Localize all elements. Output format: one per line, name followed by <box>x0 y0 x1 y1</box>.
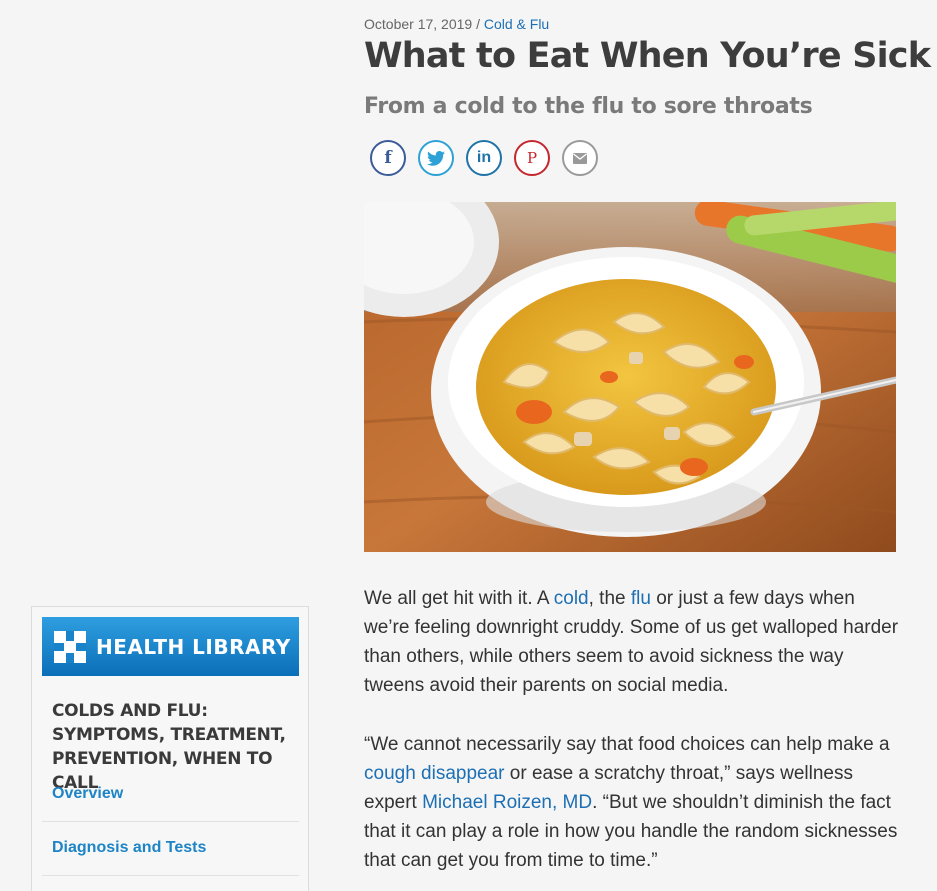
twitter-icon <box>427 150 445 166</box>
diagnosis-tests-link[interactable]: Diagnosis and Tests <box>52 839 206 857</box>
sidebar-divider <box>42 821 299 822</box>
facebook-icon: f <box>384 148 392 168</box>
hero-image-soup <box>364 202 896 552</box>
body-paragraph-2: “We cannot necessarily say that food cho… <box>364 730 904 875</box>
facebook-share-button[interactable]: f <box>370 140 406 176</box>
sidebar-divider <box>42 875 299 876</box>
email-share-button[interactable] <box>562 140 598 176</box>
flu-link[interactable]: flu <box>631 588 651 609</box>
article-subtitle: From a cold to the flu to sore throats <box>364 94 813 119</box>
para1-text-1: We all get hit with it. A <box>364 588 554 609</box>
pinterest-icon: P <box>526 149 538 167</box>
overview-link[interactable]: Overview <box>52 785 123 803</box>
expert-link[interactable]: Michael Roizen, MD <box>422 792 592 813</box>
health-library-banner[interactable]: HEALTH LIBRARY <box>42 617 299 676</box>
linkedin-icon: in <box>476 149 492 166</box>
meta-separator: / <box>476 16 480 32</box>
health-library-logo-icon <box>54 630 86 663</box>
soup-bowl-illustration <box>364 202 896 552</box>
category-link[interactable]: Cold & Flu <box>484 16 549 32</box>
body-paragraph-1: We all get hit with it. A cold, the flu … <box>364 584 904 700</box>
cough-link[interactable]: cough disappear <box>364 763 505 784</box>
linkedin-share-button[interactable]: in <box>466 140 502 176</box>
envelope-icon <box>573 152 587 164</box>
health-library-sidebar: HEALTH LIBRARY COLDS AND FLU: SYMPTOMS, … <box>31 606 309 891</box>
para1-text-2: , the <box>588 588 631 609</box>
article-meta: October 17, 2019 / Cold & Flu <box>364 16 549 32</box>
twitter-share-button[interactable] <box>418 140 454 176</box>
cold-link[interactable]: cold <box>554 588 589 609</box>
para2-text-1: “We cannot necessarily say that food cho… <box>364 734 890 755</box>
pinterest-share-button[interactable]: P <box>514 140 550 176</box>
article-page: October 17, 2019 / Cold & Flu What to Ea… <box>0 0 937 891</box>
article-title: What to Eat When You’re Sick <box>364 36 931 76</box>
article-date: October 17, 2019 <box>364 16 473 32</box>
share-buttons: f in P <box>370 140 598 176</box>
topic-heading: COLDS AND FLU: SYMPTOMS, TREATMENT, PREV… <box>52 701 286 793</box>
health-library-title: HEALTH LIBRARY <box>96 634 291 659</box>
